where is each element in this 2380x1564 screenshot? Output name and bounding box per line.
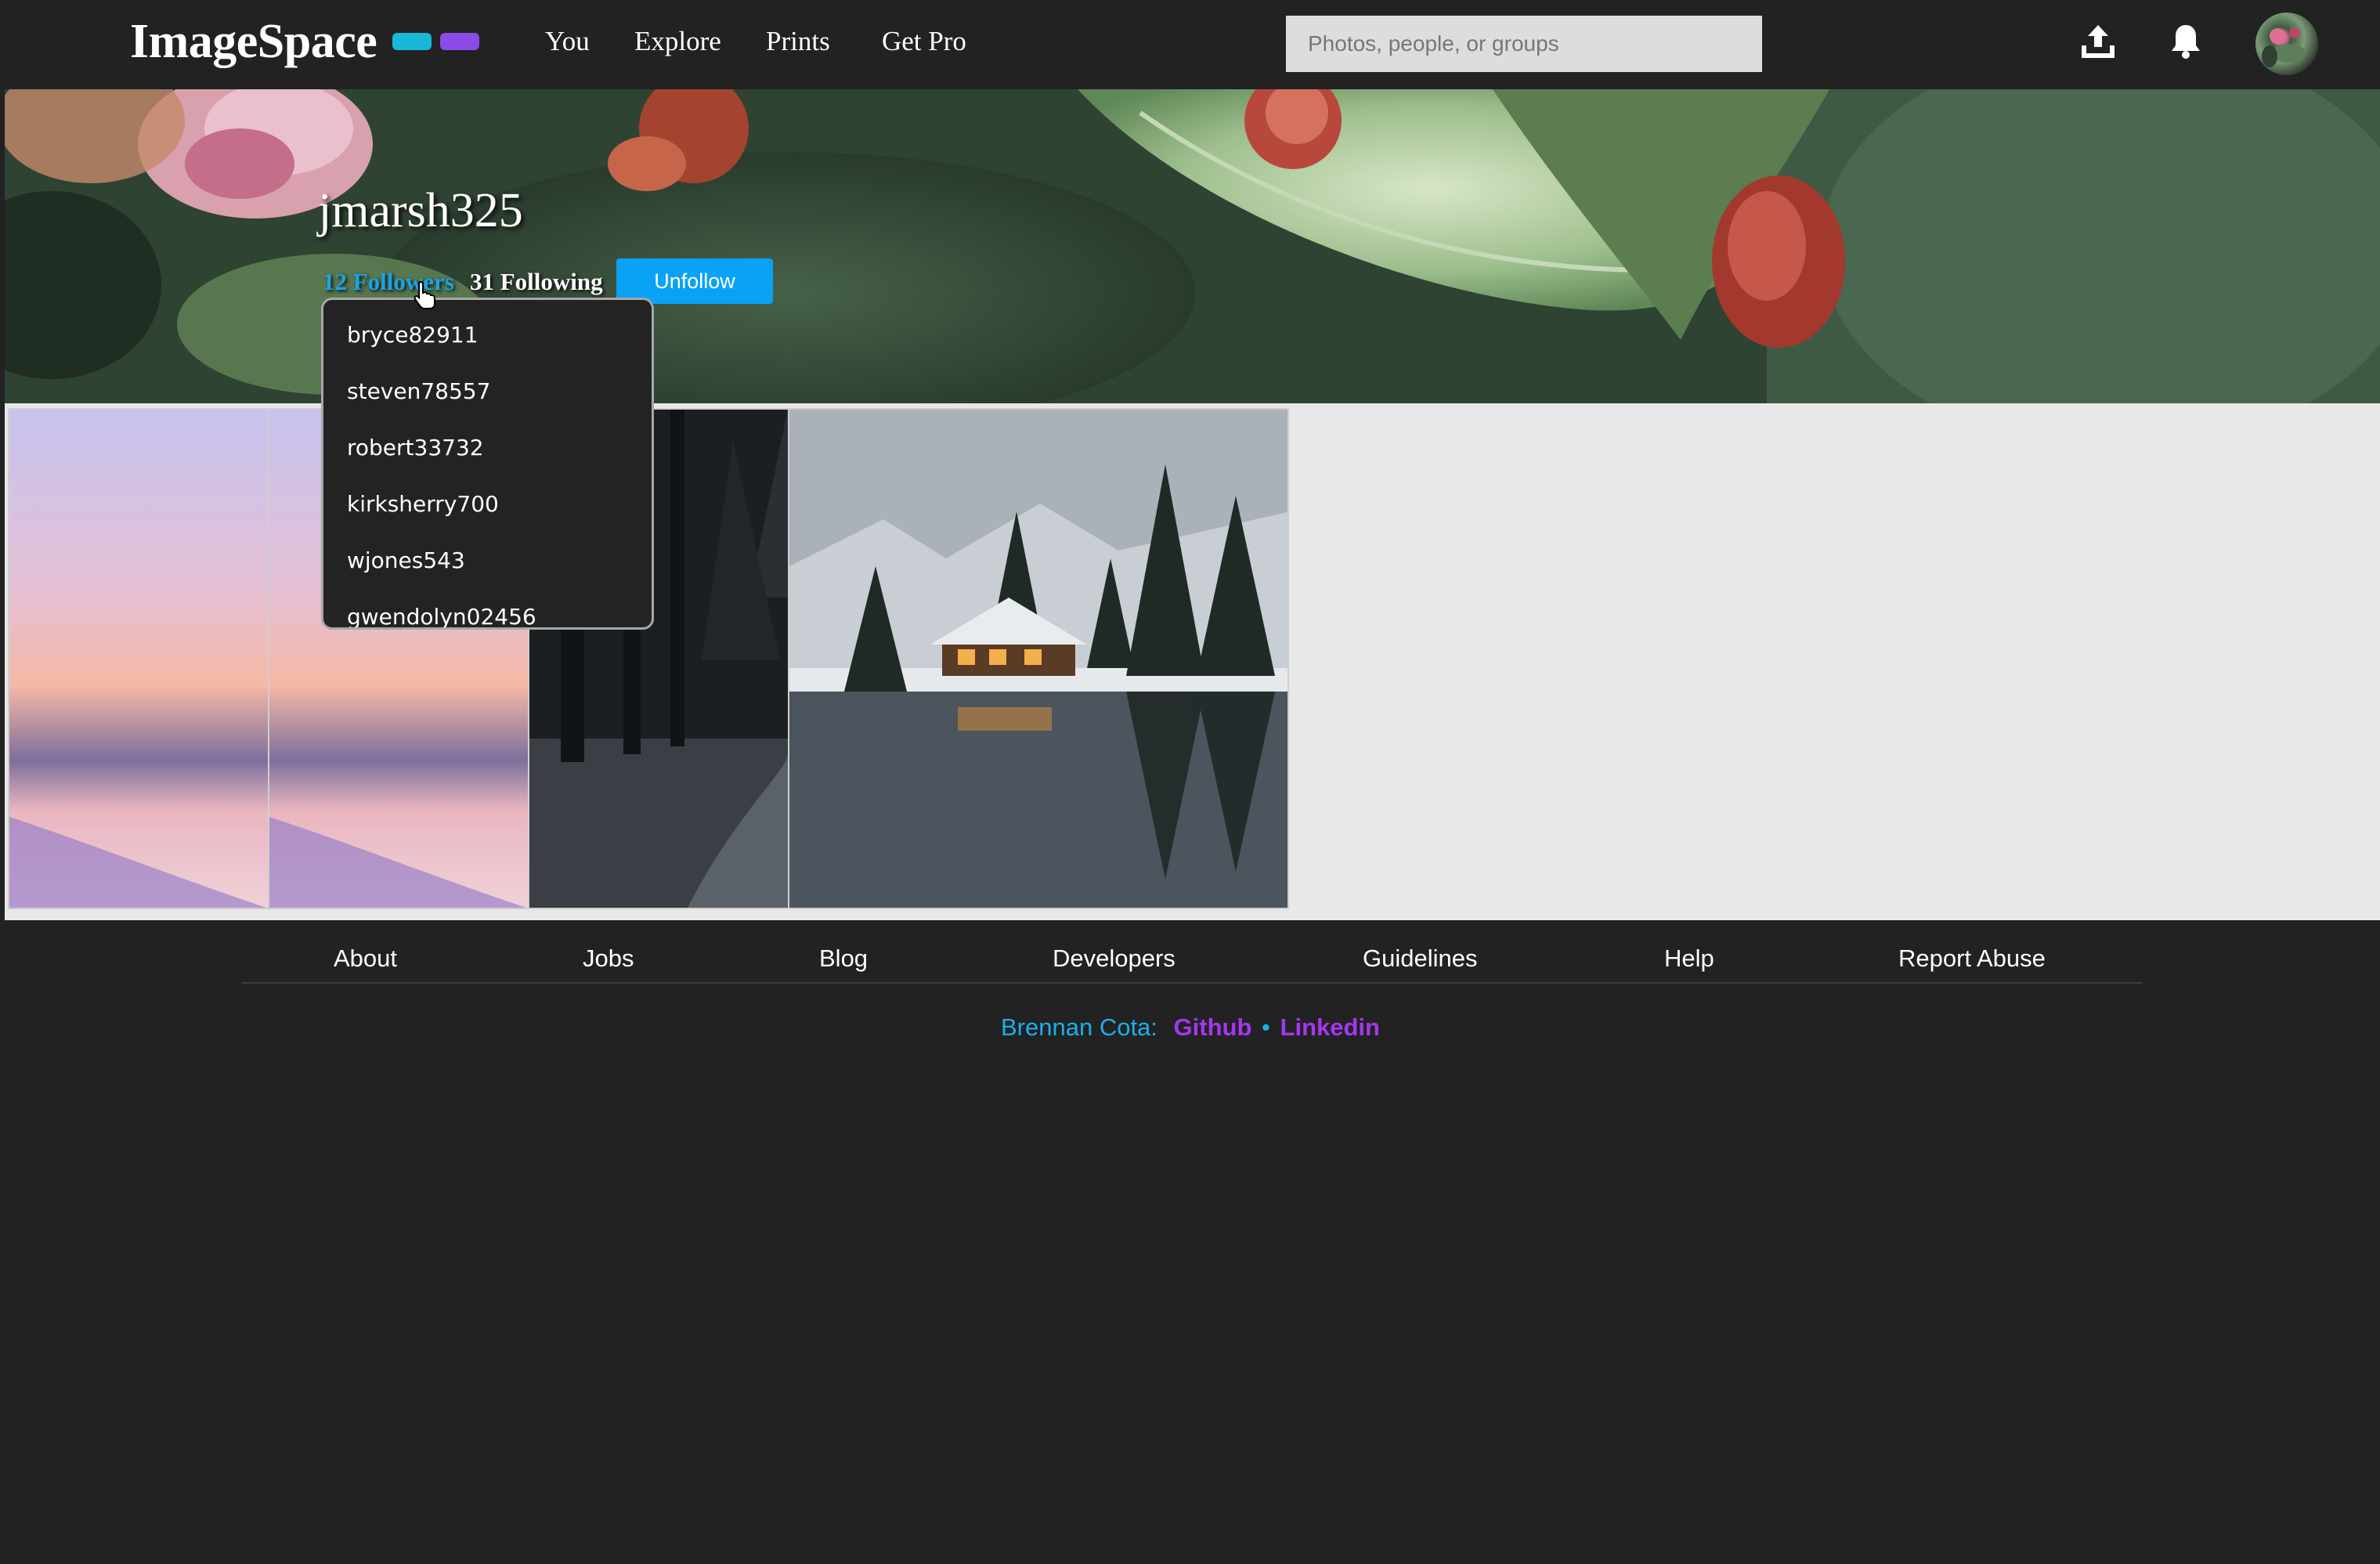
gallery-photo-4[interactable] <box>788 408 1289 909</box>
footer-divider <box>241 982 2143 984</box>
linkedin-link[interactable]: Linkedin <box>1280 1013 1380 1041</box>
follower-item[interactable]: gwendolyn02456 <box>347 604 536 627</box>
credit-separator: • <box>1262 1013 1270 1041</box>
footer-link-report-abuse[interactable]: Report Abuse <box>1898 945 2046 973</box>
credit-name: Brennan Cota: <box>1001 1013 1157 1041</box>
footer-link-help[interactable]: Help <box>1664 945 1714 973</box>
logo-cyan-dot <box>392 33 432 50</box>
footer-link-guidelines[interactable]: Guidelines <box>1363 945 1477 973</box>
follower-item[interactable]: robert33732 <box>347 435 484 461</box>
footer-link-jobs[interactable]: Jobs <box>583 945 634 973</box>
upload-icon[interactable] <box>2078 22 2118 61</box>
nav-prints[interactable]: Prints <box>766 26 830 57</box>
followers-dropdown[interactable]: bryce82911 steven78557 robert33732 kirks… <box>321 298 654 630</box>
nav-get-pro[interactable]: Get Pro <box>882 26 966 57</box>
follower-item[interactable]: wjones543 <box>347 547 465 573</box>
follower-item[interactable]: steven78557 <box>347 378 490 404</box>
nav-explore[interactable]: Explore <box>634 26 721 57</box>
bell-icon[interactable] <box>2168 22 2204 61</box>
avatar[interactable] <box>2255 13 2318 75</box>
pointer-cursor-icon <box>414 280 435 309</box>
following-link[interactable]: 31 Following <box>470 268 603 296</box>
footer-credit: Brennan Cota: Github • Linkedin <box>1001 1013 1380 1042</box>
footer-link-developers[interactable]: Developers <box>1053 945 1176 973</box>
search-input[interactable] <box>1286 16 1762 72</box>
footer-link-blog[interactable]: Blog <box>819 945 868 973</box>
profile-username: jmarsh325 <box>318 184 523 237</box>
footer-link-about[interactable]: About <box>334 945 397 973</box>
github-link[interactable]: Github <box>1174 1013 1252 1041</box>
follower-item[interactable]: kirksherry700 <box>347 491 499 517</box>
nav-you[interactable]: You <box>545 26 590 57</box>
top-navbar: ImageSpace You Explore Prints Get Pro <box>0 0 2380 89</box>
follower-item[interactable]: bryce82911 <box>347 322 479 348</box>
logo-purple-dot <box>440 33 479 50</box>
logo[interactable]: ImageSpace <box>130 14 377 70</box>
